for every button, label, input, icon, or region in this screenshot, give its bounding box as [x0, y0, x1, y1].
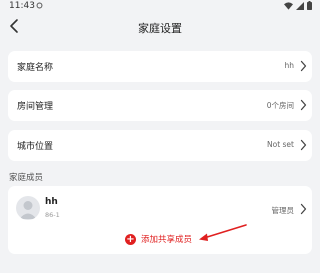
member-role: 管理员 — [271, 206, 295, 215]
plus-circle-icon: + — [125, 233, 136, 245]
chevron-right-icon — [300, 139, 307, 151]
status-bar: 11:43 — [0, 0, 320, 12]
status-time: 11:43 — [9, 1, 35, 11]
signal-icon — [296, 1, 304, 10]
section-label-members: 家庭成员 — [9, 173, 44, 183]
chevron-right-icon — [300, 203, 307, 215]
members-card: hh 86-1 管理员 + 添加共享成员 — [8, 186, 312, 254]
chevron-right-icon — [300, 99, 307, 111]
member-name: hh — [45, 197, 58, 207]
row-family-name[interactable]: 家庭名称 hh — [8, 51, 312, 82]
row-family-name-label: 家庭名称 — [17, 63, 54, 73]
row-room-management-value: 0个房间 — [266, 101, 294, 110]
member-phone: 86-1 — [45, 211, 60, 219]
avatar — [16, 196, 40, 220]
row-city-location-label: 城市位置 — [17, 142, 54, 152]
annotation-arrow — [199, 224, 247, 241]
status-icons — [284, 1, 312, 10]
add-shared-member-label: 添加共享成员 — [141, 235, 193, 245]
page-title: 家庭设置 — [138, 22, 182, 35]
nav-bar: 家庭设置 — [0, 14, 320, 40]
add-shared-member-button[interactable]: + 添加共享成员 — [125, 233, 192, 245]
row-family-name-value: hh — [284, 61, 294, 70]
row-city-location-value: Not set — [267, 140, 294, 149]
battery-icon — [307, 1, 312, 10]
row-room-management-label: 房间管理 — [17, 102, 54, 112]
settings-status-icon — [36, 2, 43, 9]
wifi-icon — [284, 1, 293, 10]
member-row[interactable]: hh 86-1 管理员 — [8, 192, 312, 226]
row-city-location[interactable]: 城市位置 Not set — [8, 130, 312, 161]
avatar-person-icon — [19, 201, 37, 219]
row-room-management[interactable]: 房间管理 0个房间 — [8, 90, 312, 121]
chevron-right-icon — [300, 60, 307, 72]
